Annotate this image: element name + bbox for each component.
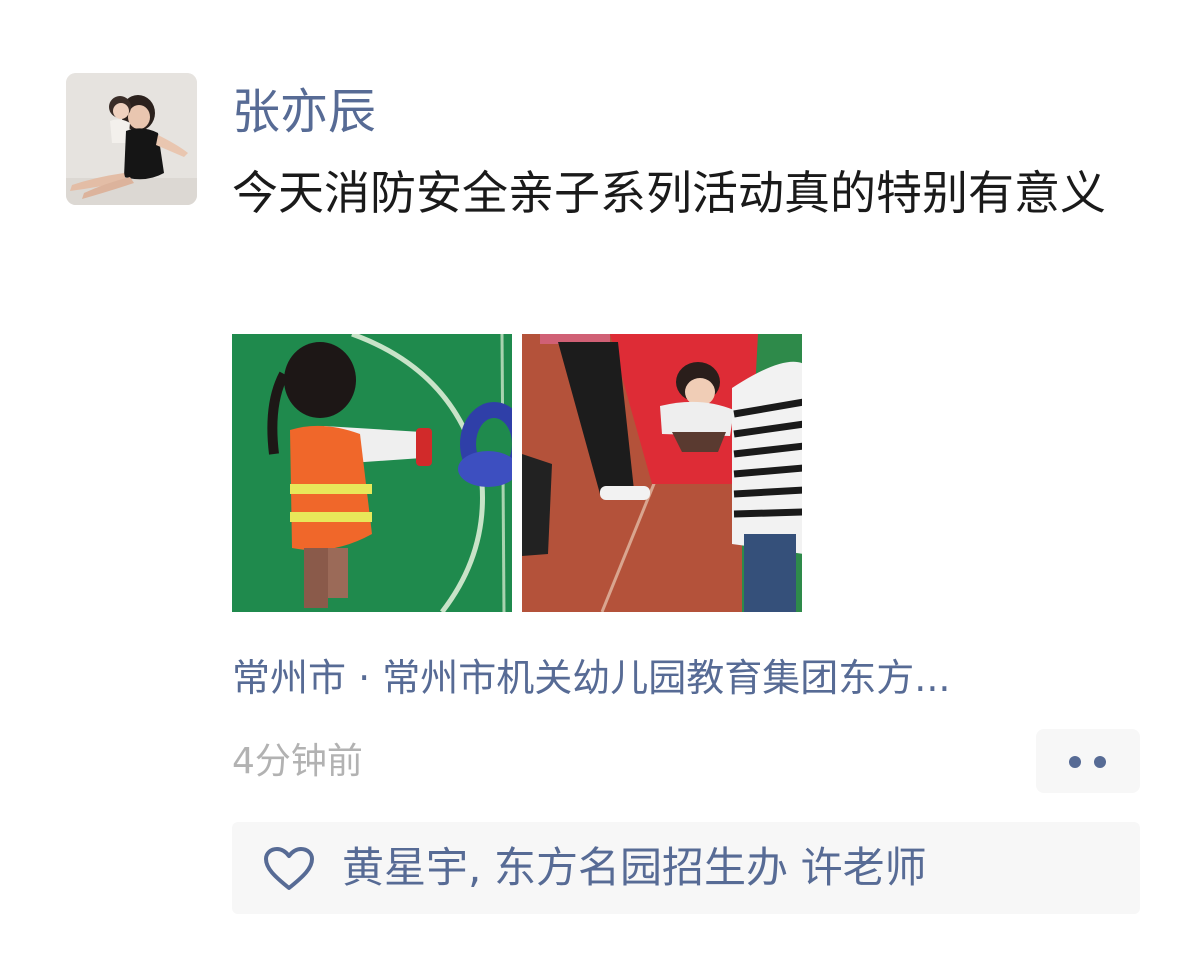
author-name[interactable]: 张亦辰 [232,82,376,142]
heart-outline-icon [264,847,314,890]
location-link[interactable]: 常州市 · 常州市机关幼儿园教育集团东方... [232,650,1112,706]
more-dots-icon [1094,756,1106,768]
liker-name[interactable]: 黄星宇, [342,843,481,892]
post-time: 4分钟前 [232,741,363,782]
post-photo-1[interactable] [232,334,512,612]
likes-panel: 黄星宇, 东方名园招生办 许老师 [232,822,1140,914]
liker-name[interactable]: 东方名园招生办 [494,843,788,892]
post-photo-2[interactable] [522,334,802,612]
avatar-photo [66,73,197,205]
post-text: 今天消防安全亲子系列活动真的特别有意义 [232,166,1106,220]
more-button[interactable] [1036,729,1140,793]
liker-name[interactable]: 许老师 [801,843,927,892]
photo-child-slide [522,334,802,612]
more-dots-icon [1069,756,1081,768]
likes-names: 黄星宇, 东方名园招生办 许老师 [342,838,927,898]
avatar[interactable] [66,73,197,205]
photo-girl-extinguisher [232,334,512,612]
